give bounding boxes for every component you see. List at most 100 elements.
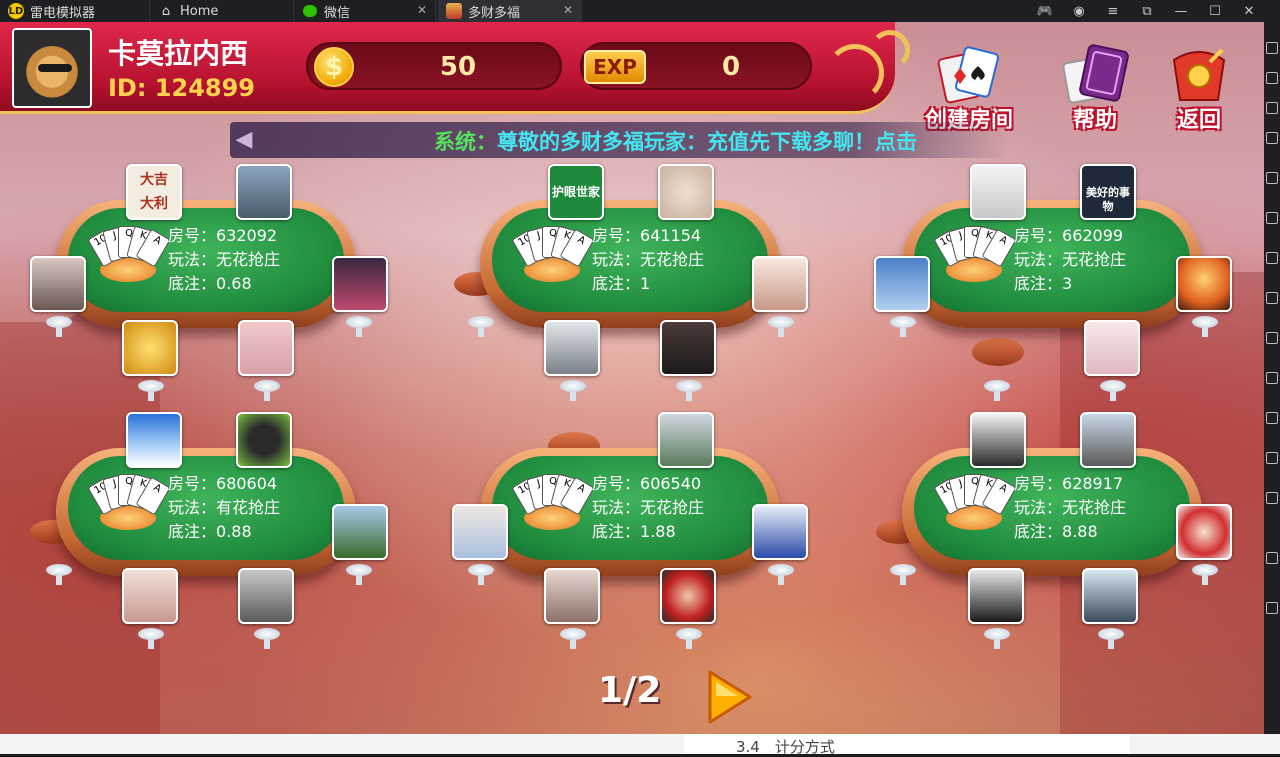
close-icon[interactable]: ✕	[563, 3, 573, 17]
seat-peg	[768, 316, 794, 338]
seat-avatar[interactable]	[30, 256, 86, 312]
game-table[interactable]: 10 J Q K A 房号：641154 玩法：无花抢庄 底注：1 护眼世家	[450, 162, 830, 402]
menu-icon[interactable]: ≡	[1096, 0, 1130, 22]
sidebar-tool-icon[interactable]	[1266, 102, 1278, 114]
sidebar-tool-icon[interactable]	[1266, 172, 1278, 184]
seat-peg	[890, 316, 916, 338]
seat-avatar[interactable]	[1080, 412, 1136, 468]
seat-avatar[interactable]	[122, 568, 178, 624]
tab-label: 雷电模拟器	[30, 5, 96, 21]
game-table[interactable]: 10 J Q K A 房号：628917 玩法：无花抢庄 底注：8.88	[872, 410, 1252, 650]
room-no: 632092	[216, 226, 278, 245]
seat-avatar[interactable]	[544, 568, 600, 624]
seat-avatar[interactable]	[968, 568, 1024, 624]
account-icon[interactable]: ◉	[1062, 0, 1096, 22]
seat-peg	[254, 628, 280, 650]
seat-avatar[interactable]	[970, 164, 1026, 220]
tab-home[interactable]: ⌂ Home	[150, 0, 294, 22]
sidebar-tool-icon[interactable]	[1266, 292, 1278, 304]
sidebar-tool-icon[interactable]	[1266, 552, 1278, 564]
seat-avatar[interactable]: 美好的事物	[1080, 164, 1136, 220]
create-room-button[interactable]: 创建房间	[914, 42, 1024, 133]
play-mode-label: 玩法：	[168, 250, 217, 269]
seat-avatar[interactable]	[660, 320, 716, 376]
ldplayer-logo-icon: LD	[8, 3, 24, 19]
seat-avatar[interactable]	[752, 504, 808, 560]
tab-game[interactable]: 多财多福 ✕	[438, 0, 582, 22]
sidebar-tool-icon[interactable]	[1266, 372, 1278, 384]
table-info: 房号：641154 玩法：无花抢庄 底注：1	[592, 224, 704, 296]
room-no: 628917	[1062, 474, 1124, 493]
sidebar-tool-icon[interactable]	[1266, 42, 1278, 54]
seat-avatar[interactable]	[1084, 320, 1140, 376]
seat-peg	[560, 628, 586, 650]
sidebar-tool-icon[interactable]	[1266, 332, 1278, 344]
seat-avatar[interactable]	[752, 256, 808, 312]
seat-avatar[interactable]	[236, 412, 292, 468]
sidebar-tool-icon[interactable]	[1266, 212, 1278, 224]
poker-cards-icon: 10 J Q K A	[87, 473, 171, 532]
seat-avatar[interactable]	[238, 320, 294, 376]
seat-avatar[interactable]	[1176, 504, 1232, 560]
base-bet: 1	[640, 274, 651, 293]
seat-avatar[interactable]	[236, 164, 292, 220]
seat-avatar[interactable]	[1082, 568, 1138, 624]
seat-avatar[interactable]	[970, 412, 1026, 468]
sidebar-tool-icon[interactable]	[1266, 252, 1278, 264]
sidebar-tool-icon[interactable]	[1266, 72, 1278, 84]
help-button[interactable]: 帮助	[1040, 42, 1150, 133]
close-icon[interactable]: ✕	[1232, 0, 1266, 22]
emulator-titlebar: LD 雷电模拟器 ⌂ Home 微信 ✕ 多财多福 ✕ 🎮 ◉ ≡ ⧉ — ☐ …	[0, 0, 1280, 22]
seat-peg	[1192, 564, 1218, 586]
maximize-icon[interactable]: ☐	[1198, 0, 1232, 22]
announcement-message: 尊敬的多财多福玩家：充值先下载多聊！点击	[497, 130, 917, 154]
room-no-label: 房号：	[1014, 226, 1063, 245]
sidebar-tool-icon[interactable]	[1266, 602, 1278, 614]
seat-avatar[interactable]	[452, 504, 508, 560]
player-avatar[interactable]	[12, 28, 92, 108]
play-mode: 无花抢庄	[640, 250, 705, 269]
gamepad-icon[interactable]: 🎮	[1028, 0, 1062, 22]
seat-avatar[interactable]	[126, 412, 182, 468]
seat-avatar[interactable]	[332, 504, 388, 560]
seat-avatar[interactable]	[1176, 256, 1232, 312]
sidebar-tool-icon[interactable]	[1266, 132, 1278, 144]
seat-avatar[interactable]	[544, 320, 600, 376]
coin-value: 50	[439, 52, 477, 82]
seat-avatar[interactable]	[658, 412, 714, 468]
seat-avatar[interactable]: 护眼世家	[548, 164, 604, 220]
seat-avatar[interactable]	[238, 568, 294, 624]
minimize-icon[interactable]: —	[1164, 0, 1198, 22]
seat-avatar[interactable]	[660, 568, 716, 624]
seat-avatar[interactable]	[122, 320, 178, 376]
seat-peg	[560, 380, 586, 402]
empty-stool[interactable]	[972, 338, 1024, 366]
seat-avatar[interactable]: 大吉大利	[126, 164, 182, 220]
seat-avatar[interactable]	[332, 256, 388, 312]
game-icon	[446, 3, 462, 19]
seat-peg	[468, 316, 494, 338]
sidebar-tool-icon[interactable]	[1266, 452, 1278, 464]
back-icon	[1172, 48, 1226, 101]
game-table[interactable]: 10 J Q K A 房号：632092 玩法：无花抢庄 底注：0.68 大吉大…	[26, 162, 406, 402]
tab-ldplayer[interactable]: LD 雷电模拟器	[0, 0, 150, 22]
sidebar-tool-icon[interactable]	[1266, 492, 1278, 504]
speaker-arrow-icon: ◀	[235, 127, 253, 152]
tab-wechat[interactable]: 微信 ✕	[294, 0, 436, 22]
seat-avatar[interactable]	[658, 164, 714, 220]
back-label: 返回	[1176, 108, 1221, 133]
back-button[interactable]: 返回	[1144, 42, 1254, 133]
sidebar-tool-icon[interactable]	[1266, 412, 1278, 424]
close-icon[interactable]: ✕	[417, 3, 427, 17]
seat-avatar[interactable]	[874, 256, 930, 312]
game-table[interactable]: 10 J Q K A 房号：662099 玩法：无花抢庄 底注：3 美好的事物	[872, 162, 1252, 402]
base-bet-label: 底注：	[168, 522, 217, 541]
next-page-button[interactable]	[706, 668, 754, 726]
game-table[interactable]: 10 J Q K A 房号：680604 玩法：有花抢庄 底注：0.88	[26, 410, 406, 650]
avatar-text: 大吉大利	[140, 172, 168, 212]
wechat-icon	[302, 3, 318, 19]
restore-icon[interactable]: ⧉	[1130, 0, 1164, 22]
coin-balance[interactable]: $ 50	[306, 42, 562, 90]
room-no-label: 房号：	[592, 226, 641, 245]
game-table[interactable]: 10 J Q K A 房号：606540 玩法：无花抢庄 底注：1.88	[450, 410, 830, 650]
